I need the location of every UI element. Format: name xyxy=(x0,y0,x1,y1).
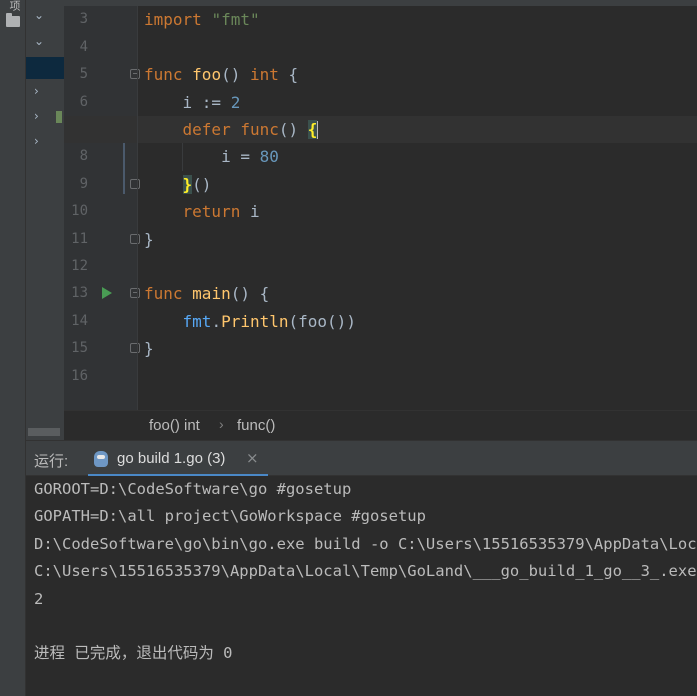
chevron-down-icon[interactable]: ⌄ xyxy=(34,8,44,22)
fold-end-icon[interactable] xyxy=(130,343,140,354)
line-number: 15 xyxy=(71,340,88,357)
line-number: 3 xyxy=(79,11,88,28)
code-token: defer xyxy=(144,119,241,139)
breadcrumb-item-func[interactable]: func() xyxy=(237,417,275,434)
code-token: i := xyxy=(144,92,231,112)
console-line: D:\CodeSoftware\go\bin\go.exe build -o C… xyxy=(34,534,697,553)
fold-open-icon[interactable] xyxy=(130,288,140,299)
console-line: 进程 已完成，退出代码为 0 xyxy=(34,644,233,663)
code-token: func xyxy=(144,284,193,304)
code-token: import xyxy=(144,10,212,30)
code-token: i xyxy=(249,202,260,222)
run-console[interactable]: GOROOT=D:\CodeSoftware\go #gosetup GOPATH… xyxy=(26,476,697,696)
code-token: foo xyxy=(192,65,222,85)
code-line: i = 80 xyxy=(144,143,279,170)
code-token: (foo()) xyxy=(288,311,356,331)
chevron-right-icon[interactable]: › xyxy=(34,134,39,148)
code-token: Println xyxy=(221,311,289,331)
line-number: 12 xyxy=(71,257,88,274)
breadcrumb: foo() int › func() xyxy=(64,410,697,440)
code-token: . xyxy=(211,311,222,331)
fold-end-icon[interactable] xyxy=(130,178,140,189)
folder-icon[interactable] xyxy=(6,13,20,27)
code-token: } xyxy=(144,339,154,359)
code-line: func main() { xyxy=(144,280,269,307)
code-token: } xyxy=(144,229,154,249)
code-line: i := 2 xyxy=(144,89,241,116)
line-number: 9 xyxy=(79,175,88,192)
console-line: C:\Users\15516535379\AppData\Local\Temp\… xyxy=(34,562,697,581)
project-tree-row[interactable]: ⌄ xyxy=(26,32,64,54)
code-token: { xyxy=(307,119,318,139)
line-number: 14 xyxy=(71,312,88,329)
project-tree-row[interactable]: › xyxy=(26,132,64,154)
project-tree-row[interactable]: › xyxy=(26,82,64,104)
chevron-down-icon[interactable]: ⌄ xyxy=(34,34,44,48)
project-tool-label[interactable]: 项 xyxy=(6,0,22,11)
console-line: 2 xyxy=(34,589,44,608)
chevron-right-icon[interactable]: › xyxy=(34,84,39,98)
code-token: () { xyxy=(230,284,270,304)
code-editor[interactable]: 345678910111213141516 import "fmt"func f… xyxy=(64,6,697,410)
horizontal-scrollbar[interactable] xyxy=(28,428,60,436)
code-token: () xyxy=(192,174,212,194)
code-line: defer func() { xyxy=(144,116,319,143)
fold-end-icon[interactable] xyxy=(130,233,140,244)
project-tree-row[interactable]: ⌄ xyxy=(26,6,64,28)
text-caret xyxy=(317,121,319,140)
project-tree-row-selected[interactable] xyxy=(26,57,64,79)
breadcrumb-item-foo[interactable]: foo() int xyxy=(149,417,200,434)
chevron-right-icon[interactable]: › xyxy=(34,109,39,123)
code-line: }() xyxy=(144,171,211,198)
code-token: fmt xyxy=(182,311,212,331)
code-line: } xyxy=(144,226,154,253)
run-gutter-icon[interactable] xyxy=(102,287,112,300)
left-tool-strip: 项 xyxy=(0,0,26,696)
line-number: 10 xyxy=(71,203,88,220)
close-icon[interactable]: × xyxy=(246,449,259,467)
indent-guide xyxy=(182,143,183,171)
code-token: "fmt" xyxy=(211,10,260,30)
code-token: () xyxy=(221,65,250,85)
line-number: 4 xyxy=(79,38,88,55)
project-tree-row[interactable]: › xyxy=(26,107,64,129)
code-token: main xyxy=(192,284,231,304)
code-line: func foo() int { xyxy=(144,61,298,88)
code-token: return xyxy=(144,202,250,222)
line-number: 13 xyxy=(71,285,88,302)
run-tool-header: 运行: go build 1.go (3) × xyxy=(26,440,697,477)
line-number: 16 xyxy=(71,367,88,384)
code-line: fmt.Println(foo()) xyxy=(144,308,356,335)
editor-gutter: 345678910111213141516 xyxy=(64,6,140,410)
module-icon xyxy=(56,111,62,123)
code-line: return i xyxy=(144,198,260,225)
line-number: 5 xyxy=(79,66,88,83)
line-number: 8 xyxy=(79,148,88,165)
code-line: import "fmt" xyxy=(144,6,260,33)
code-token: func xyxy=(240,119,279,139)
run-tab-label[interactable]: go build 1.go (3) xyxy=(117,450,225,467)
code-line: } xyxy=(144,335,154,362)
code-token: int xyxy=(249,65,279,85)
breadcrumb-separator: › xyxy=(219,416,224,432)
fold-open-icon[interactable] xyxy=(130,69,140,80)
gopher-icon xyxy=(94,451,108,467)
code-token: func xyxy=(144,65,193,85)
console-line: GOROOT=D:\CodeSoftware\go #gosetup xyxy=(34,480,352,498)
code-token: () xyxy=(278,119,308,139)
gutter-divider xyxy=(137,6,138,410)
code-token: i = xyxy=(144,147,260,167)
run-label: 运行: xyxy=(34,453,69,470)
code-token: { xyxy=(278,65,299,85)
code-token: 80 xyxy=(259,147,279,167)
line-number: 11 xyxy=(71,230,88,247)
line-number: 6 xyxy=(79,93,88,110)
code-token: 2 xyxy=(230,92,241,112)
project-panel: ⌄ ⌄ › › › xyxy=(26,0,64,440)
console-line: GOPATH=D:\all project\GoWorkspace #goset… xyxy=(34,507,426,526)
code-token: } xyxy=(182,174,193,194)
